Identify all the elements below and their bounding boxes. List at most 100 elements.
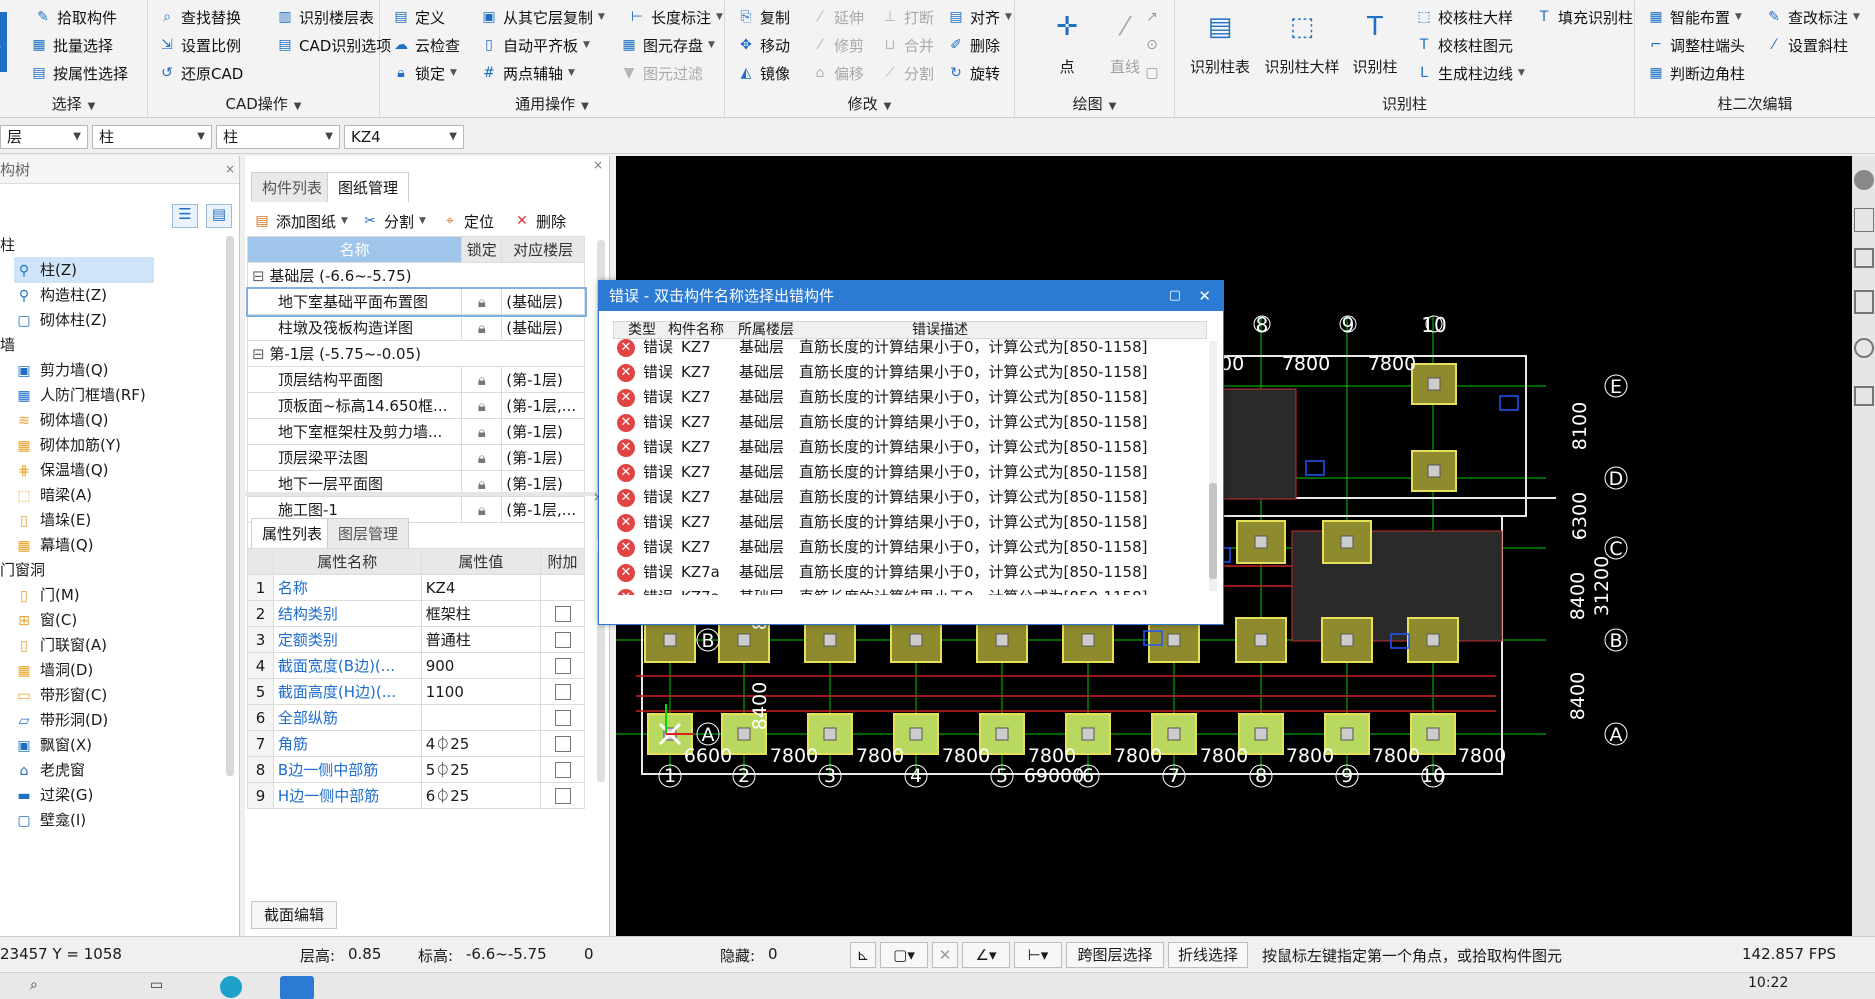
error-component-name[interactable]: KZ7 (681, 510, 739, 535)
collapse-icon[interactable]: ⊟ (252, 267, 269, 285)
error-row[interactable]: ✕错误KZ7a基础层直筋长度的计算结果小于0，计算公式为[850-1158] (617, 560, 1147, 585)
element-filter-button[interactable]: ▼ 图元过滤 (620, 60, 703, 86)
lock-icon[interactable]: 🔒︎ (478, 501, 486, 519)
tree-category[interactable]: 墙 (0, 332, 200, 358)
tree-item[interactable]: ⊞ 窗(C) (14, 607, 154, 633)
split-button[interactable]: ⟋ 分割 (881, 60, 934, 86)
group-title-draw[interactable]: 绘图 ▼ (1015, 93, 1174, 114)
tree-item[interactable]: ▢ 壁龛(I) (14, 807, 154, 833)
define-button[interactable]: ▤ 定义 (392, 4, 445, 30)
tab-layer-manager[interactable]: 图层管理 (327, 518, 410, 548)
attach-checkbox[interactable] (554, 632, 571, 648)
error-component-name[interactable]: KZ7 (681, 435, 739, 460)
col-header-lock[interactable]: 锁定 (461, 236, 503, 263)
view-box-icon[interactable] (1854, 290, 1874, 314)
tree-item[interactable]: ▯ 墙垛(E) (14, 507, 154, 533)
batch-select-button[interactable]: ▦ 批量选择 (30, 32, 113, 58)
tree-item[interactable]: ▣ 飘窗(X) (14, 732, 154, 758)
break-button[interactable]: ⊥ 打断 (881, 4, 934, 30)
property-value[interactable]: 1100 (420, 678, 542, 705)
tree-item[interactable]: ▭ 带形窗(C) (14, 682, 154, 708)
align-button[interactable]: ▤ 对齐 ▼ (947, 4, 1012, 30)
snap-toggle[interactable]: ▢▾ (880, 942, 928, 968)
attach-checkbox[interactable] (554, 606, 571, 622)
attach-checkbox[interactable] (554, 710, 571, 726)
identify-column-detail-button[interactable]: ⬚ 识别柱大样 (1259, 8, 1345, 96)
arc-button[interactable]: ↗ (1143, 4, 1166, 30)
property-row[interactable]: 3 定额类别 普通柱 (247, 626, 585, 653)
drawing-row[interactable]: 顶层结构平面图 🔒︎ (第-1层) (246, 366, 585, 393)
error-component-name[interactable]: KZ7 (681, 460, 739, 485)
error-row[interactable]: ✕ 错误 KZ7 基础层 直筋长度的计算结果小于0，计算公式为[850-1158] (617, 385, 1147, 410)
lock-icon[interactable]: 🔒︎ (478, 319, 486, 337)
point-button[interactable]: ✛ 点 (1035, 8, 1099, 96)
lock-icon[interactable]: 🔒︎ (478, 423, 486, 441)
grid-snap-toggle[interactable]: ✕ (932, 942, 958, 968)
tree-item[interactable]: ▯ 门联窗(A) (14, 632, 154, 658)
attach-checkbox[interactable] (554, 788, 571, 804)
error-component-name[interactable]: KZ7 (681, 485, 739, 510)
lock-icon[interactable]: 🔒︎ (478, 449, 486, 467)
rotate-view-icon[interactable] (1854, 338, 1874, 358)
restore-cad-button[interactable]: ↺ 还原CAD (158, 60, 243, 86)
drawing-row[interactable]: 柱墩及筏板构造详图 🔒︎ (基础层) (246, 314, 585, 341)
find-replace-button[interactable]: ⌕ 查找替换 (158, 4, 241, 30)
error-row[interactable]: ✕ 错误 KZ7 基础层 直筋长度的计算结果小于0，计算公式为[850-1158] (617, 410, 1147, 435)
fill-identify-column-button[interactable]: T 填充识别柱 (1535, 4, 1633, 30)
tree-item[interactable]: ▣ 剪力墙(Q) (14, 357, 154, 383)
identify-column-button[interactable]: T 识别柱 (1347, 8, 1403, 96)
tab-component-list[interactable]: 构件列表 (251, 172, 334, 202)
floor-combo[interactable]: 层 ▼ (0, 125, 88, 149)
property-row[interactable]: 5 截面高度(H边)(... 1100 (247, 678, 585, 705)
smart-layout-button[interactable]: ▦ 智能布置 ▼ (1647, 4, 1742, 30)
search-icon[interactable]: ⌕ (30, 977, 38, 993)
error-row[interactable]: ✕ 错误 KZ7 基础层 直筋长度的计算结果小于0，计算公式为[850-1158] (617, 485, 1147, 510)
close-icon[interactable]: ✕ (1198, 281, 1211, 311)
tab-drawing-manager[interactable]: 图纸管理 (327, 172, 410, 202)
two-point-axis-button[interactable]: # 两点辅轴 ▼ (480, 60, 575, 86)
category-combo[interactable]: 柱 ▼ (92, 125, 212, 149)
col-header-floor[interactable]: 对应楼层 (501, 236, 585, 263)
tree-item[interactable]: ≋ 砌体墙(Q) (14, 407, 154, 433)
delete-drawing-button[interactable]: ✕ 删除 (513, 208, 566, 234)
auto-flush-slab-button[interactable]: ▯ 自动平齐板 ▼ (480, 32, 590, 58)
error-component-name[interactable]: KZ7a (681, 585, 739, 595)
collapse-icon[interactable]: ⊟ (252, 345, 269, 363)
add-drawing-button[interactable]: ▤ 添加图纸 ▼ (253, 208, 348, 234)
section-edit-button[interactable]: 截面编辑 (251, 901, 337, 929)
tab-property-list[interactable]: 属性列表 (251, 518, 334, 548)
property-row[interactable]: 7 角筋 4⏀25 (247, 730, 585, 757)
set-scale-button[interactable]: ⇲ 设置比例 (158, 32, 241, 58)
attach-checkbox[interactable] (554, 658, 571, 674)
error-row[interactable]: ✕ 错误 KZ7 基础层 直筋长度的计算结果小于0，计算公式为[850-1158] (617, 360, 1147, 385)
tree-category[interactable]: 门窗洞 (0, 557, 200, 583)
dim-toggle[interactable]: ⊢▾ (1014, 942, 1062, 968)
tree-item[interactable]: ▬ 过梁(G) (14, 782, 154, 808)
property-value[interactable]: 普通柱 (420, 626, 542, 653)
task-view-icon[interactable]: ▭ (150, 977, 163, 993)
adjust-column-end-button[interactable]: ⌐ 调整柱端头 (1647, 32, 1745, 58)
browser-icon[interactable] (220, 976, 242, 998)
drawing-row[interactable]: 地下室框架柱及剪力墙... 🔒︎ (第-1层) (246, 418, 585, 445)
attach-checkbox[interactable] (554, 762, 571, 778)
tree-item[interactable]: ⚲ 构造柱(Z) (14, 282, 154, 308)
grid-view-icon[interactable] (1854, 386, 1874, 406)
property-row[interactable]: 2 结构类别 框架柱 (247, 600, 585, 627)
identify-floor-table-button[interactable]: ▥ 识别楼层表 (276, 4, 374, 30)
close-icon[interactable]: × (225, 162, 235, 176)
tree-item[interactable]: ⚲ 柱(Z) (14, 257, 154, 283)
rect-button[interactable]: ▢ (1143, 60, 1166, 86)
pick-component-button[interactable]: ✎ 拾取构件 (34, 4, 117, 30)
component-combo[interactable]: KZ4 ▼ (344, 125, 464, 149)
locate-drawing-button[interactable]: ⌖ 定位 (441, 208, 494, 234)
offset-button[interactable]: ⌂ 偏移 (811, 60, 864, 86)
copy-from-floor-button[interactable]: ▣ 从其它层复制 ▼ (480, 4, 605, 30)
tree-item[interactable]: ⬚ 暗梁(A) (14, 482, 154, 508)
circle-button[interactable]: ⊙ (1143, 32, 1166, 58)
mirror-button[interactable]: ◭ 镜像 (737, 60, 790, 86)
rotate-button[interactable]: ↻ 旋转 (947, 60, 1000, 86)
property-value[interactable]: KZ4 (420, 574, 542, 601)
property-row[interactable]: 6 全部纵筋 (247, 704, 585, 731)
dialog-col-type[interactable]: 类型 (628, 322, 656, 339)
lock-icon[interactable]: 🔒︎ (478, 371, 486, 389)
